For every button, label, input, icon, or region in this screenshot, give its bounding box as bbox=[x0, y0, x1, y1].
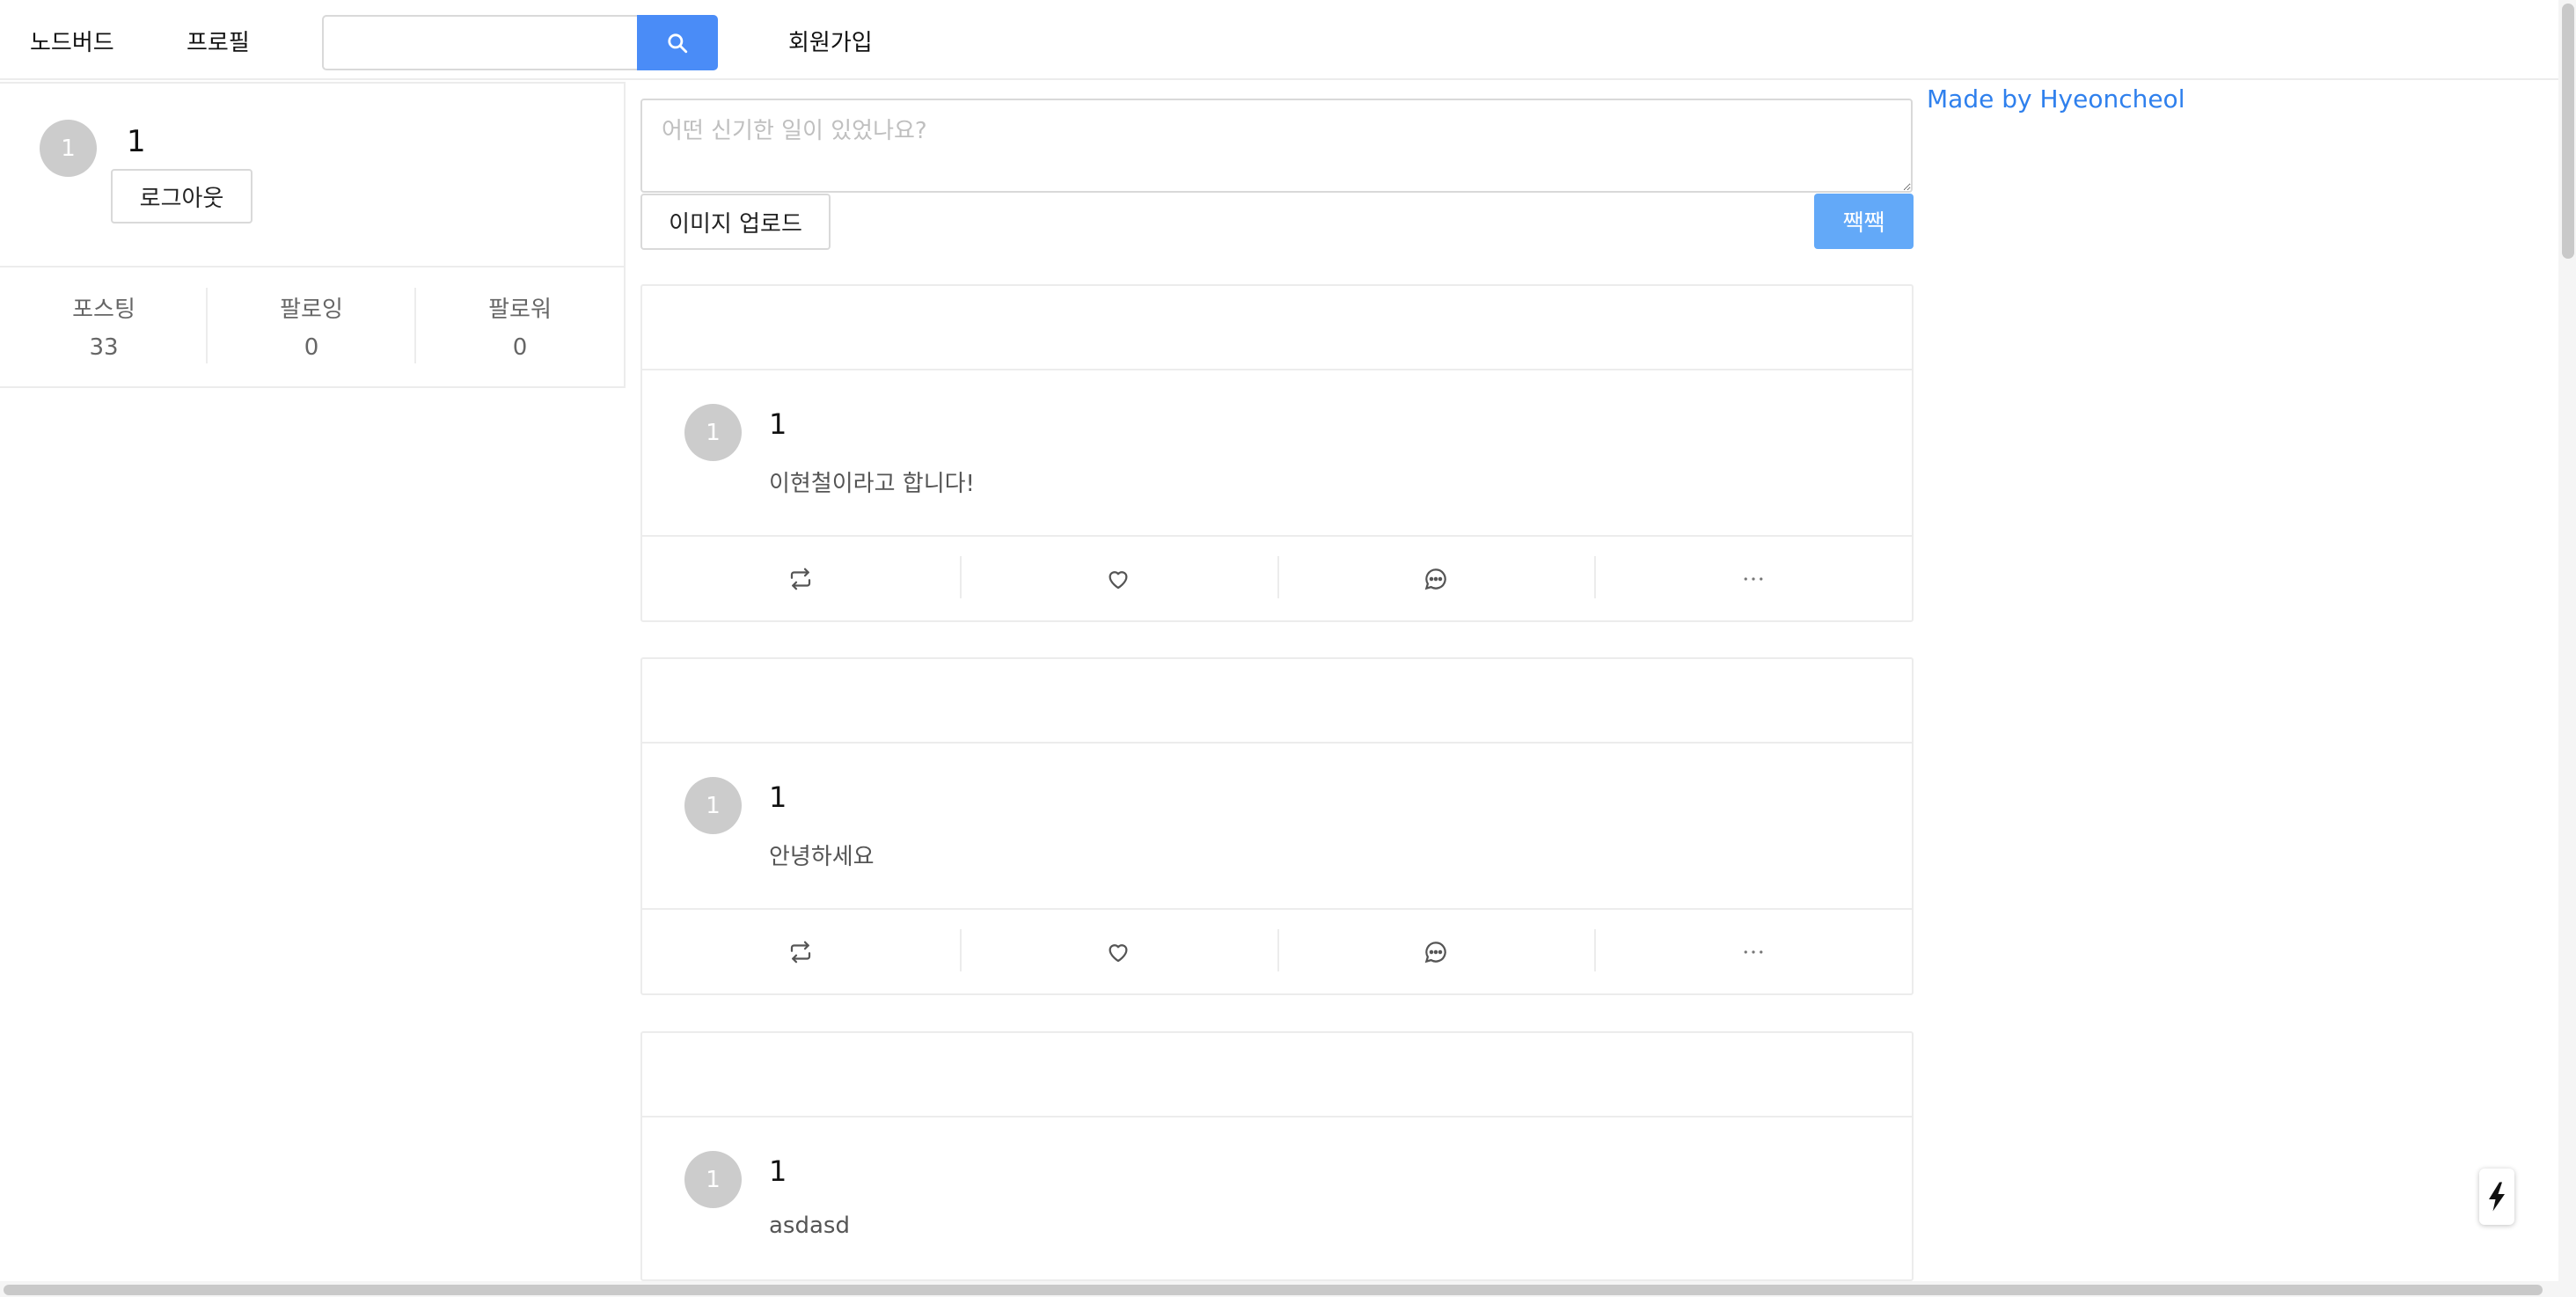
retweet-icon bbox=[791, 941, 811, 963]
stat-label: 포스팅 bbox=[72, 297, 135, 323]
user-profile-card: 1 1 로그아웃 포스팅 33 팔로잉 0 팔로워 0 bbox=[0, 82, 626, 388]
nav-signup-link[interactable]: 회원가입 bbox=[788, 25, 873, 57]
post-author: 1 bbox=[769, 407, 787, 441]
post-card: 1 1 안녕하세요 bbox=[640, 657, 1914, 995]
post-content: 이현철이라고 합니다! bbox=[769, 471, 975, 497]
retweet-button[interactable] bbox=[642, 910, 960, 993]
avatar[interactable]: 1 bbox=[684, 1151, 742, 1208]
image-upload-button[interactable]: 이미지 업로드 bbox=[640, 194, 831, 250]
stat-followers[interactable]: 팔로워 0 bbox=[416, 291, 624, 361]
stat-label: 팔로잉 bbox=[280, 297, 343, 323]
avatar[interactable]: 1 bbox=[684, 777, 742, 834]
nav-profile-link[interactable]: 프로필 bbox=[187, 25, 250, 57]
post-actions bbox=[642, 537, 1912, 620]
stat-value: 0 bbox=[512, 334, 528, 361]
heart-icon bbox=[1109, 570, 1128, 589]
post-image-area bbox=[642, 286, 1912, 370]
horizontal-scrollbar-thumb[interactable] bbox=[4, 1285, 2543, 1295]
search-icon bbox=[668, 33, 688, 53]
nav-home-link[interactable]: 노드버드 bbox=[30, 25, 114, 57]
search-input[interactable] bbox=[322, 15, 637, 70]
post-body: 1 1 이현철이라고 합니다! bbox=[642, 370, 1912, 537]
bolt-float-button[interactable] bbox=[2479, 1169, 2514, 1225]
comment-button[interactable] bbox=[1277, 537, 1595, 620]
post-author: 1 bbox=[769, 1154, 787, 1188]
avatar: 1 bbox=[40, 120, 97, 177]
post-card: 1 1 이현철이라고 합니다! bbox=[640, 284, 1914, 622]
post-body: 1 1 asdasd bbox=[642, 1117, 1912, 1279]
stat-posts[interactable]: 포스팅 33 bbox=[0, 291, 208, 361]
like-button[interactable] bbox=[959, 537, 1277, 620]
ellipsis-icon bbox=[1744, 576, 1762, 581]
ellipsis-icon bbox=[1744, 949, 1762, 954]
comment-icon bbox=[1424, 941, 1446, 963]
credit-link[interactable]: Made by Hyeoncheol bbox=[1927, 84, 2184, 114]
stat-following[interactable]: 팔로잉 0 bbox=[208, 291, 415, 361]
retweet-button[interactable] bbox=[642, 537, 960, 620]
post-card: 1 1 asdasd bbox=[640, 1031, 1914, 1281]
post-image-area bbox=[642, 1033, 1912, 1117]
comment-icon bbox=[1424, 568, 1446, 590]
post-image-area bbox=[642, 659, 1912, 744]
like-button[interactable] bbox=[959, 910, 1277, 993]
stat-value: 0 bbox=[304, 334, 319, 361]
heart-icon bbox=[1109, 943, 1128, 962]
post-content: asdasd bbox=[769, 1213, 850, 1239]
post-composer-textarea[interactable] bbox=[640, 99, 1913, 193]
lightning-icon bbox=[2489, 1182, 2505, 1212]
more-button[interactable] bbox=[1594, 537, 1912, 620]
profile-name: 1 bbox=[127, 124, 146, 159]
retweet-icon bbox=[791, 568, 811, 590]
search-button[interactable] bbox=[637, 15, 718, 70]
post-actions bbox=[642, 910, 1912, 993]
logout-button[interactable]: 로그아웃 bbox=[111, 169, 252, 223]
post-body: 1 1 안녕하세요 bbox=[642, 744, 1912, 910]
post-submit-button[interactable]: 짹짹 bbox=[1814, 194, 1914, 249]
stat-value: 33 bbox=[89, 334, 119, 361]
stats-divider bbox=[0, 266, 624, 267]
post-content: 안녕하세요 bbox=[769, 844, 875, 870]
avatar[interactable]: 1 bbox=[684, 404, 742, 461]
stat-label: 팔로워 bbox=[488, 297, 552, 323]
vertical-scrollbar-thumb[interactable] bbox=[2562, 4, 2574, 259]
more-button[interactable] bbox=[1594, 910, 1912, 993]
post-author: 1 bbox=[769, 780, 787, 814]
comment-button[interactable] bbox=[1277, 910, 1595, 993]
top-nav-bar: 노드버드 프로필 회원가입 bbox=[0, 0, 2558, 80]
